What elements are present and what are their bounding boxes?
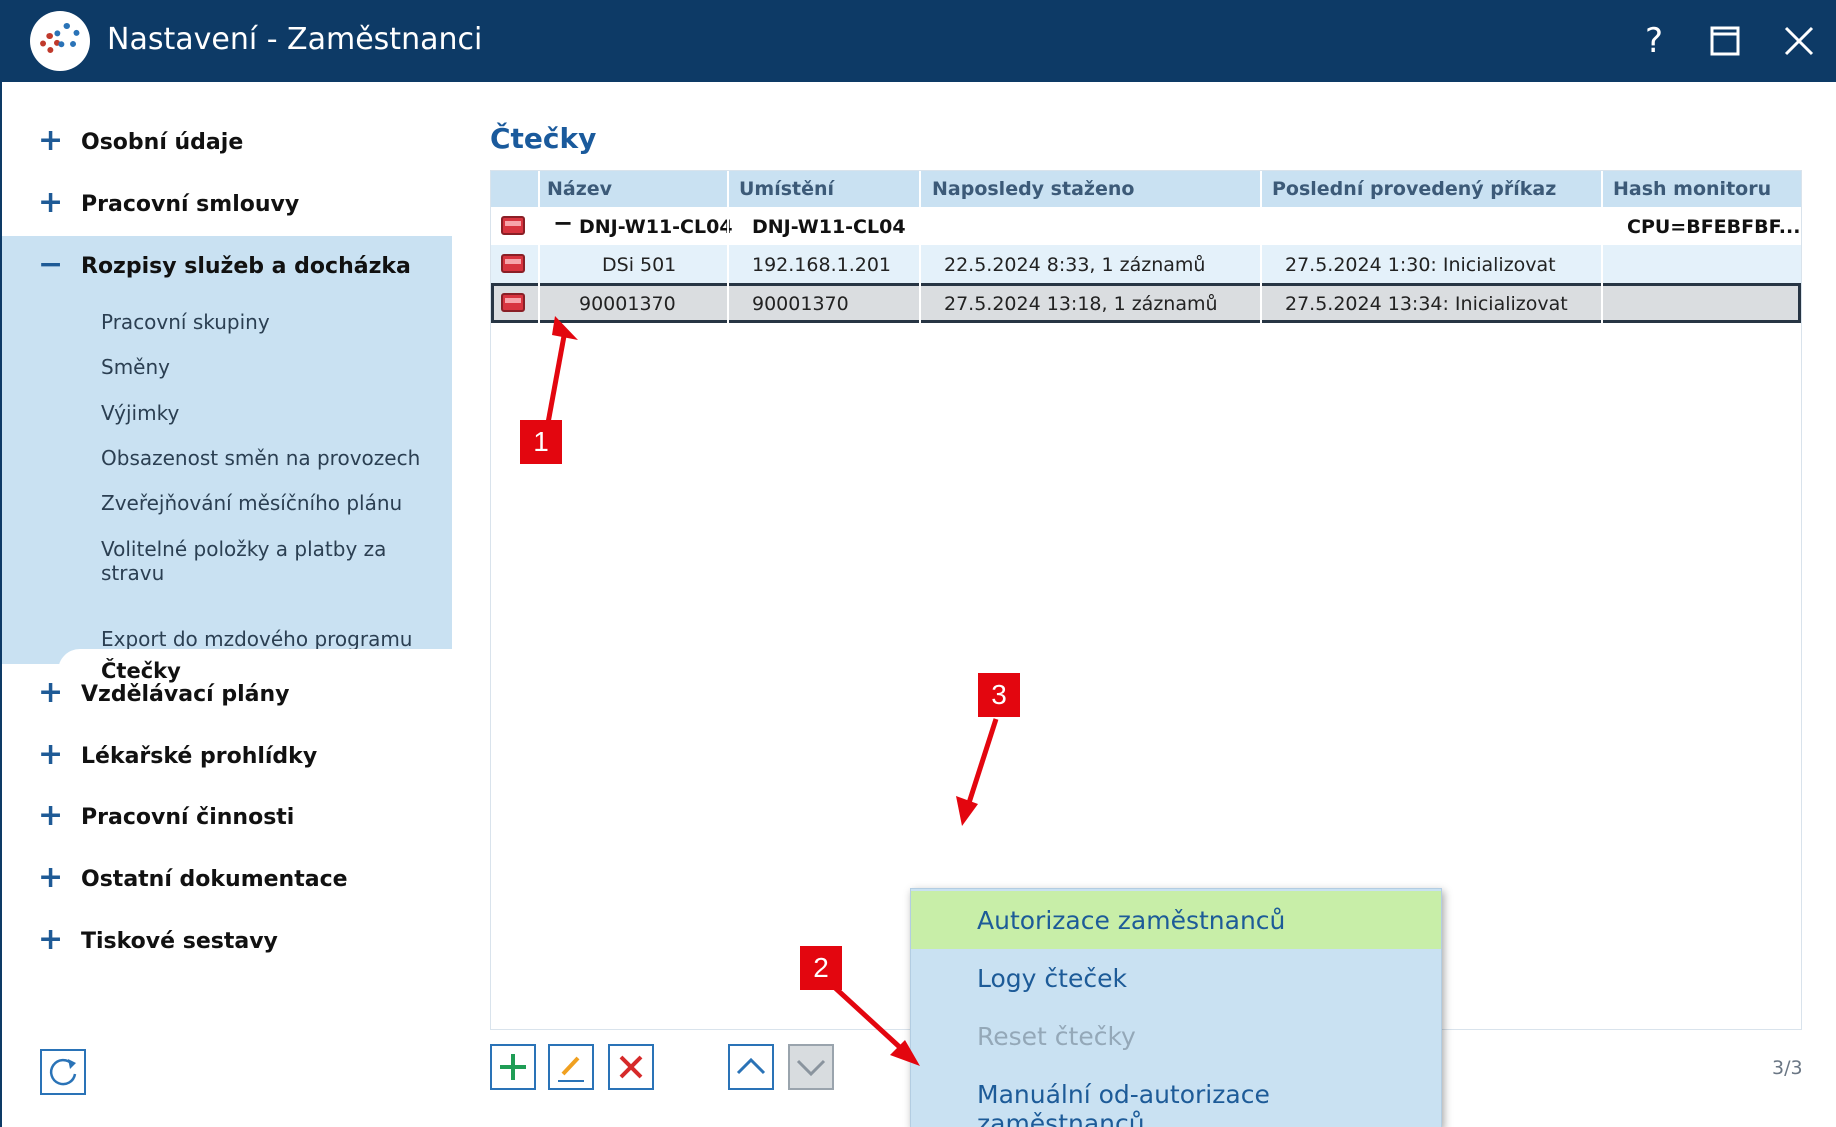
actions-dropdown-menu: Autorizace zaměstnanců Logy čteček Reset… — [910, 888, 1442, 1127]
gears-icon — [30, 11, 90, 71]
collapse-icon[interactable]: − — [553, 209, 573, 237]
expand-icon: + — [38, 737, 64, 772]
add-button[interactable] — [490, 1044, 536, 1090]
cell-location: 192.168.1.201 — [752, 254, 892, 276]
chevron-down-icon — [796, 1059, 826, 1077]
move-down-button[interactable] — [788, 1044, 834, 1090]
annotation-badge-1: 1 — [520, 420, 562, 464]
column-header-hash-monitoru[interactable]: Hash monitoru — [1613, 178, 1771, 200]
column-header-naposledy-stazeno[interactable]: Naposledy staženo — [932, 178, 1134, 200]
edit-button[interactable] — [548, 1044, 594, 1090]
sidebar-item-osobni-udaje[interactable]: + Osobní údaje — [2, 112, 454, 174]
sidebar-item-lekarske-prohlidky[interactable]: + Lékařské prohlídky — [2, 726, 454, 788]
cell-name: 90001370 — [579, 293, 676, 315]
column-header-posledni-prikaz[interactable]: Poslední provedený příkaz — [1272, 178, 1556, 200]
page-title: Čtečky — [490, 122, 597, 155]
table-row[interactable]: DSi 501 192.168.1.201 22.5.2024 8:33, 1 … — [491, 245, 1801, 283]
sidebar-subitem-pracovni-skupiny[interactable]: Pracovní skupiny — [101, 310, 270, 334]
refresh-icon — [49, 1058, 77, 1086]
sidebar-item-pracovni-cinnosti[interactable]: + Pracovní činnosti — [2, 787, 454, 849]
cell-name: DSi 501 — [602, 254, 677, 276]
menu-item-label: Manuální od-autorizace zaměstnanců — [977, 1080, 1270, 1127]
sidebar-item-ostatni-dokumentace[interactable]: + Ostatní dokumentace — [2, 849, 454, 911]
sidebar-item-rozpisy-sluzeb[interactable]: − Rozpisy služeb a docházka — [2, 236, 454, 298]
menu-item-logy[interactable]: Logy čteček — [911, 949, 1441, 1007]
expand-icon: + — [38, 860, 64, 895]
sidebar-subitem-volitelne-polozky[interactable]: Volitelné položky a platby za stravu — [101, 537, 454, 585]
sidebar-item-label: Rozpisy služeb a docházka — [81, 254, 411, 279]
menu-item-od-autorizace[interactable]: Manuální od-autorizace zaměstnanců — [911, 1065, 1441, 1127]
card-reader-icon — [501, 254, 525, 273]
expand-icon: + — [38, 922, 64, 957]
cell-last-command: 27.5.2024 13:34: Inicializovat — [1285, 293, 1568, 315]
expand-icon: + — [38, 185, 64, 220]
card-reader-icon — [501, 216, 525, 235]
refresh-button[interactable] — [40, 1049, 86, 1095]
menu-item-label: Reset čtečky — [977, 1022, 1136, 1051]
column-header-umisteni[interactable]: Umístění — [739, 178, 834, 200]
sidebar-item-pracovni-smlouvy[interactable]: + Pracovní smlouvy — [2, 174, 454, 236]
sidebar-item-vzdelavaci-plany[interactable]: + Vzdělávací plány — [2, 664, 454, 726]
collapse-icon: − — [38, 247, 64, 282]
group-location: DNJ-W11-CL04 — [752, 216, 906, 238]
expand-icon: + — [38, 123, 64, 158]
column-separator — [538, 171, 540, 323]
sidebar-item-label: Pracovní činnosti — [81, 805, 295, 830]
title-bar: Nastavení - Zaměstnanci ? — [0, 0, 1836, 82]
close-icon[interactable] — [1776, 18, 1822, 64]
main-panel: Čtečky Název Umístění Naposledy staženo … — [452, 82, 1836, 1127]
menu-item-autorizace[interactable]: Autorizace zaměstnanců — [911, 891, 1441, 949]
cell-downloaded: 27.5.2024 13:18, 1 záznamů — [944, 293, 1218, 315]
cell-last-command: 27.5.2024 1:30: Inicializovat — [1285, 254, 1556, 276]
cell-location: 90001370 — [752, 293, 849, 315]
sidebar-item-label: Tiskové sestavy — [81, 929, 278, 954]
chevron-up-icon — [736, 1057, 766, 1075]
group-name: DNJ-W11-CL04 — [579, 216, 733, 238]
move-up-button[interactable] — [728, 1044, 774, 1090]
sidebar-subitem-smeny[interactable]: Směny — [101, 355, 170, 379]
cell-downloaded: 22.5.2024 8:33, 1 záznamů — [944, 254, 1206, 276]
menu-item-label: Logy čteček — [977, 964, 1127, 993]
menu-item-reset: Reset čtečky — [911, 1007, 1441, 1065]
table-row-selected[interactable]: 90001370 90001370 27.5.2024 13:18, 1 záz… — [491, 283, 1801, 323]
sidebar-subitem-zverejnovani[interactable]: Zveřejňování měsíčního plánu — [101, 491, 402, 515]
pencil-icon — [558, 1056, 584, 1082]
delete-button[interactable] — [608, 1044, 654, 1090]
plus-icon — [500, 1054, 526, 1080]
group-hash: CPU=BFEBFBF... — [1627, 216, 1801, 238]
sidebar-item-label: Pracovní smlouvy — [81, 192, 300, 217]
sidebar-subitem-obsazenost[interactable]: Obsazenost směn na provozech — [101, 446, 420, 470]
sidebar: + Osobní údaje + Pracovní smlouvy − Rozp… — [0, 82, 454, 1127]
sidebar-item-label: Lékařské prohlídky — [81, 744, 318, 769]
column-separator — [727, 171, 729, 323]
column-separator — [919, 171, 921, 323]
sidebar-section-rozpisy: − Rozpisy služeb a docházka Pracovní sku… — [2, 236, 454, 664]
annotation-badge-3: 3 — [978, 673, 1020, 717]
maximize-icon[interactable] — [1702, 18, 1748, 64]
sidebar-subitem-export[interactable]: Export do mzdového programu — [101, 627, 412, 651]
sidebar-item-label: Vzdělávací plány — [81, 682, 290, 707]
column-header-nazev[interactable]: Název — [547, 178, 612, 200]
sidebar-item-label: Ostatní dokumentace — [81, 867, 348, 892]
column-separator — [1601, 171, 1603, 323]
card-reader-icon — [501, 293, 525, 312]
column-separator — [1260, 171, 1262, 323]
sidebar-item-tiskove-sestavy[interactable]: + Tiskové sestavy — [2, 911, 454, 973]
help-icon[interactable]: ? — [1631, 18, 1677, 64]
window-title: Nastavení - Zaměstnanci — [107, 22, 483, 57]
sidebar-subitem-vyjimky[interactable]: Výjimky — [101, 401, 179, 425]
expand-icon: + — [38, 675, 64, 710]
record-counter: 3/3 — [1772, 1057, 1803, 1079]
table-header: Název Umístění Naposledy staženo Posledn… — [491, 171, 1801, 207]
table-group-row[interactable]: − DNJ-W11-CL04 DNJ-W11-CL04 CPU=BFEBFBF.… — [491, 207, 1801, 245]
annotation-badge-2: 2 — [800, 946, 842, 990]
menu-item-label: Autorizace zaměstnanců — [977, 906, 1286, 935]
expand-icon: + — [38, 798, 64, 833]
sidebar-item-label: Osobní údaje — [81, 130, 244, 155]
x-icon — [619, 1055, 643, 1079]
